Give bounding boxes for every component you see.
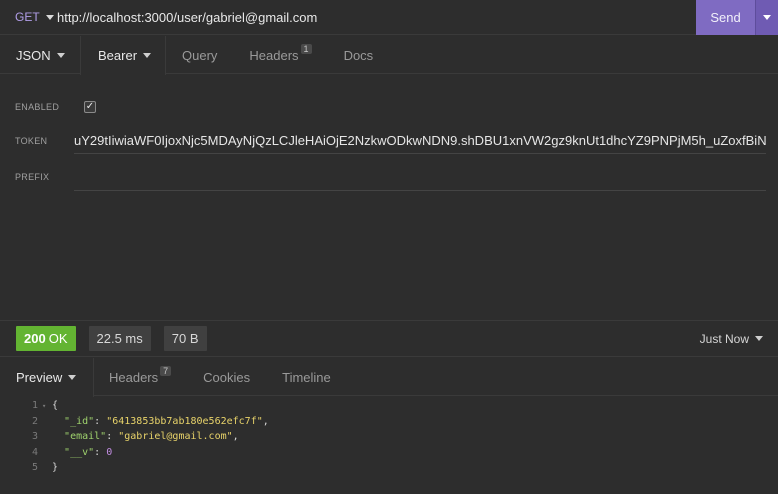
chevron-down-icon <box>45 14 54 20</box>
tab-label: Docs <box>343 47 374 63</box>
tab-label: JSON <box>16 47 51 63</box>
tab-label: Preview <box>16 370 63 385</box>
url-bar: GET Send <box>0 0 778 35</box>
method-label: GET <box>15 10 40 24</box>
chevron-down-icon <box>68 375 77 380</box>
line-number: 1 <box>31 400 38 412</box>
tab-cookies[interactable]: Cookies <box>187 358 266 396</box>
count-badge: 7 <box>160 366 172 376</box>
code-line: 5 } <box>0 460 778 476</box>
time-ago-label: Just Now <box>699 331 749 346</box>
response-time: 22.5 ms <box>88 326 151 351</box>
tab-label: Query <box>182 47 218 63</box>
line-number: 5 <box>31 462 38 474</box>
line-number: 4 <box>31 446 38 458</box>
tab-timeline[interactable]: Timeline <box>266 358 347 396</box>
url-input[interactable] <box>57 0 696 35</box>
request-tabs: JSON Bearer Query Headers 1 Docs <box>0 36 778 75</box>
fold-icon[interactable]: ▾ <box>42 402 52 410</box>
prefix-input[interactable] <box>74 165 766 191</box>
code-line: 1 ▾ { <box>0 398 778 414</box>
method-dropdown[interactable]: GET <box>0 0 57 35</box>
tab-query[interactable]: Query <box>166 36 233 74</box>
json-key: "email" <box>64 431 107 443</box>
json-value: 0 <box>106 446 113 458</box>
response-body[interactable]: 1 ▾ { 2 "_id": "6413853bb7ab180e562efc7f… <box>0 398 778 494</box>
check-icon: ✓ <box>85 101 95 112</box>
chevron-down-icon <box>56 52 65 58</box>
code-line: 4 "__v": 0 <box>0 445 778 461</box>
count-badge: 1 <box>300 44 312 54</box>
line-number: 3 <box>31 431 38 443</box>
tab-label: Bearer <box>98 48 138 63</box>
prefix-label: PREFIX <box>15 172 50 182</box>
response-size: 70 B <box>163 326 207 351</box>
history-dropdown[interactable]: Just Now <box>700 332 763 346</box>
token-label: TOKEN <box>15 136 48 146</box>
tab-preview[interactable]: Preview <box>0 358 94 397</box>
code-line: 3 "email": "gabriel@gmail.com", <box>0 429 778 445</box>
tab-docs[interactable]: Docs <box>328 36 390 74</box>
response-status-bar: 200 OK 22.5 ms 70 B Just Now <box>0 320 778 357</box>
tab-label: Headers <box>249 47 299 63</box>
chevron-down-icon <box>755 336 763 341</box>
status-code: 200 <box>24 331 46 346</box>
status-text: OK <box>48 331 68 346</box>
tab-auth[interactable]: Bearer <box>80 36 166 75</box>
json-key: "_id" <box>64 415 95 427</box>
send-button[interactable]: Send <box>696 0 755 35</box>
code-line: 2 "_id": "6413853bb7ab180e562efc7f", <box>0 414 778 430</box>
bearer-auth-form: ENABLED ✓ TOKEN PREFIX <box>0 75 778 320</box>
json-value: "6413853bb7ab180e562efc7f" <box>106 415 263 427</box>
tab-label: Timeline <box>282 369 331 385</box>
status-badge: 200 OK <box>16 326 76 351</box>
enabled-checkbox[interactable]: ✓ <box>84 101 96 113</box>
chevron-down-icon <box>143 53 152 58</box>
chevron-down-icon <box>763 14 771 20</box>
response-tabs: Preview Headers 7 Cookies Timeline <box>0 358 778 397</box>
token-input[interactable] <box>74 128 766 154</box>
tab-response-headers[interactable]: Headers 7 <box>94 358 187 396</box>
tab-headers[interactable]: Headers 1 <box>233 36 327 74</box>
enabled-label: ENABLED <box>15 102 60 112</box>
line-number: 2 <box>31 415 38 427</box>
send-options-dropdown[interactable] <box>755 0 778 35</box>
json-key: "__v" <box>64 446 95 458</box>
tab-body-type[interactable]: JSON <box>0 36 80 74</box>
tab-label: Cookies <box>203 369 251 385</box>
tab-label: Headers <box>109 369 159 385</box>
code-text: } <box>52 462 59 474</box>
json-value: "gabriel@gmail.com" <box>118 431 233 443</box>
code-text: { <box>52 400 59 412</box>
